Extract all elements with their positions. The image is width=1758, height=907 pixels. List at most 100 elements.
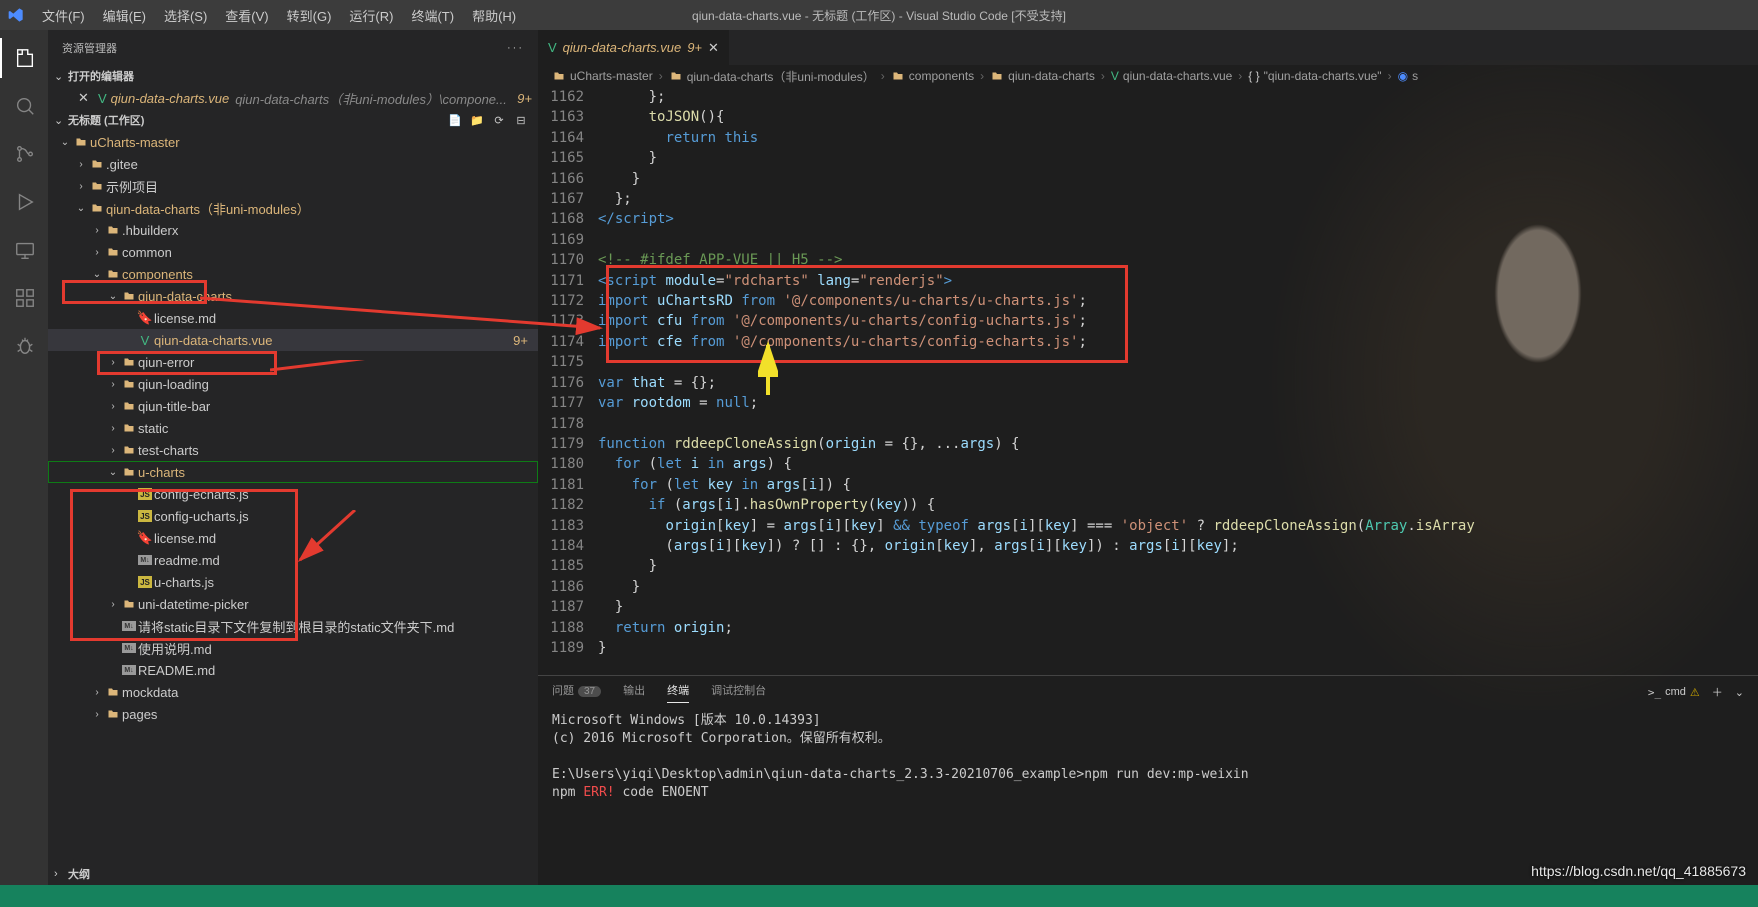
tree-item-label: pages [122, 707, 538, 722]
source-control-icon[interactable] [0, 134, 48, 174]
tree-item[interactable]: › .hbuilderx [48, 219, 538, 241]
tree-item[interactable]: ›pages [48, 703, 538, 725]
chevron-icon: › [90, 225, 104, 236]
panel-tab[interactable]: 问题37 [552, 682, 601, 702]
tree-item-label: qiun-data-charts.vue [154, 333, 513, 348]
tree-item[interactable]: ›示例项目 [48, 175, 538, 197]
tree-item[interactable]: › qiun-error [48, 351, 538, 373]
tree-item-label: license.md [154, 531, 538, 546]
chevron-icon: › [90, 687, 104, 698]
folder-icon [120, 598, 138, 610]
explorer-icon[interactable] [0, 38, 48, 78]
open-editor-item[interactable]: ✕Vqiun-data-charts.vueqiun-data-charts（非… [48, 87, 538, 109]
breadcrumb-item[interactable]: components [891, 69, 974, 83]
tree-item-label: common [122, 245, 538, 260]
collapse-icon[interactable]: ⊟ [510, 114, 532, 127]
search-icon[interactable] [0, 86, 48, 126]
remote-explorer-icon[interactable] [0, 230, 48, 270]
tree-item[interactable]: ›mockdata [48, 681, 538, 703]
tree-item[interactable]: 🔖license.md [48, 527, 538, 549]
folder-icon [104, 224, 122, 236]
close-icon[interactable]: ✕ [708, 40, 719, 56]
editor-tab[interactable]: V qiun-data-charts.vue 9+ ✕ [538, 30, 729, 65]
breadcrumb-item[interactable]: qiun-data-charts（非uni-modules） [669, 68, 875, 85]
sidebar-explorer: 资源管理器 ··· ⌄打开的编辑器 ✕Vqiun-data-charts.vue… [48, 30, 538, 885]
tree-item[interactable]: M↓使用说明.md [48, 637, 538, 659]
sidebar-more-icon[interactable]: ··· [507, 42, 524, 54]
tree-item[interactable]: ⌄qiun-data-charts [48, 285, 538, 307]
problems-count-badge: 37 [578, 686, 601, 697]
tree-item[interactable]: ›uni-datetime-picker [48, 593, 538, 615]
tree-item[interactable]: JSconfig-ucharts.js [48, 505, 538, 527]
panel-tab[interactable]: 终端 [667, 682, 689, 703]
folder-icon [104, 708, 122, 720]
chevron-icon: › [74, 159, 88, 170]
folder-icon [88, 180, 106, 192]
tree-item[interactable]: M↓readme.md [48, 549, 538, 571]
chevron-right-icon: › [881, 69, 885, 83]
new-file-icon[interactable]: 📄 [444, 114, 466, 127]
close-icon[interactable]: ✕ [78, 90, 94, 106]
tree-item[interactable]: › .gitee [48, 153, 538, 175]
tree-item-label: qiun-data-charts [138, 289, 538, 304]
folder-icon [120, 400, 138, 412]
refresh-icon[interactable]: ⟳ [488, 114, 510, 127]
chevron-icon: › [90, 247, 104, 258]
tree-item[interactable]: ⌄components [48, 263, 538, 285]
tree-item[interactable]: ⌄qiun-data-charts（非uni-modules） [48, 197, 538, 219]
code-editor[interactable]: }; toJSON(){ return this } } }; </script… [598, 87, 1758, 675]
tree-item-label: uni-datetime-picker [138, 597, 538, 612]
modified-badge: 9+ [513, 333, 528, 348]
tab-badge: 9+ [687, 40, 702, 55]
tree-item[interactable]: ⌄u-charts [48, 461, 538, 483]
new-folder-icon[interactable]: 📁 [466, 114, 488, 127]
tree-item[interactable]: ⌄uCharts-master [48, 131, 538, 153]
file-path: qiun-data-charts（非uni-modules）\compone..… [235, 89, 513, 108]
chevron-icon: ⌄ [74, 203, 88, 214]
tree-item[interactable]: ›static [48, 417, 538, 439]
extensions-icon[interactable] [0, 278, 48, 318]
folder-icon [120, 466, 138, 478]
run-debug-icon[interactable] [0, 182, 48, 222]
folder-icon [120, 422, 138, 434]
menu-item[interactable]: 文件(F) [34, 3, 93, 28]
tree-item[interactable]: M↓请将static目录下文件复制到根目录的static文件夹下.md [48, 615, 538, 637]
folder-icon [88, 158, 106, 170]
tree-item[interactable]: ›qiun-loading [48, 373, 538, 395]
terminal-output[interactable]: Microsoft Windows [版本 10.0.14393] (c) 20… [538, 708, 1758, 885]
tree-item[interactable]: M↓README.md [48, 659, 538, 681]
tree-item-label: qiun-error [138, 355, 538, 370]
menu-item[interactable]: 查看(V) [217, 3, 276, 28]
tree-item[interactable]: JSconfig-echarts.js [48, 483, 538, 505]
vscode-logo-icon [8, 7, 24, 23]
menu-item[interactable]: 转到(G) [279, 3, 340, 28]
tree-item-label: u-charts [138, 465, 538, 480]
tree-item-label: .gitee [106, 157, 538, 172]
tree-item[interactable]: › common [48, 241, 538, 263]
title-bar: 文件(F)编辑(E)选择(S)查看(V)转到(G)运行(R)终端(T)帮助(H)… [0, 0, 1758, 30]
breadcrumb-item[interactable]: uCharts-master [552, 69, 653, 83]
tree-item-label: config-ucharts.js [154, 509, 538, 524]
panel-tab[interactable]: 输出 [623, 682, 645, 702]
open-editors-header[interactable]: ⌄打开的编辑器 [48, 65, 538, 87]
menu-item[interactable]: 终端(T) [403, 3, 462, 28]
bug-icon[interactable] [0, 326, 48, 366]
tree-item[interactable]: ›test-charts [48, 439, 538, 461]
tree-item-label: 使用说明.md [138, 639, 538, 658]
workspace-header[interactable]: ⌄无标题 (工作区) 📄 📁 ⟳ ⊟ [48, 109, 538, 131]
menu-item[interactable]: 运行(R) [341, 3, 401, 28]
tree-item[interactable]: Vqiun-data-charts.vue9+ [48, 329, 538, 351]
outline-header[interactable]: ›大纲 [48, 863, 538, 885]
panel-tab[interactable]: 调试控制台 [711, 682, 766, 702]
tree-item[interactable]: 🔖license.md [48, 307, 538, 329]
tree-item-label: 请将static目录下文件复制到根目录的static文件夹下.md [138, 617, 538, 636]
tree-item-label: license.md [154, 311, 538, 326]
tree-item[interactable]: ›qiun-title-bar [48, 395, 538, 417]
activity-bar [0, 30, 48, 885]
chevron-icon: › [106, 357, 120, 368]
tree-item[interactable]: JSu-charts.js [48, 571, 538, 593]
menu-item[interactable]: 选择(S) [156, 3, 215, 28]
menu-item[interactable]: 帮助(H) [464, 3, 524, 28]
menu-item[interactable]: 编辑(E) [95, 3, 154, 28]
tree-item-label: .hbuilderx [122, 223, 538, 238]
